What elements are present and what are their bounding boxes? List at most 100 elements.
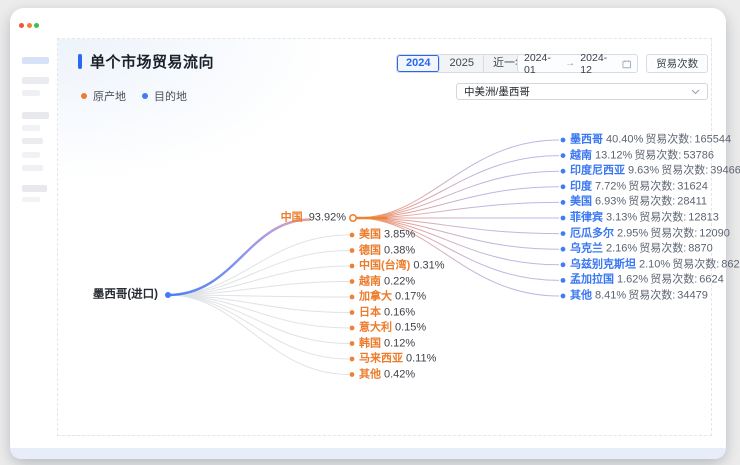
legend: 原产地 目的地 bbox=[81, 88, 187, 104]
origin-name: 其他 bbox=[359, 368, 381, 380]
destination-meta: 2.16%贸易次数:8870 bbox=[606, 243, 715, 255]
destination-name: 越南 bbox=[570, 149, 592, 161]
destination-meta: 40.40%贸易次数:165544 bbox=[606, 134, 733, 146]
origin-name: 中国(台湾) bbox=[359, 260, 410, 272]
origin-pct: 0.16% bbox=[384, 306, 415, 318]
window-maximize-button[interactable] bbox=[34, 23, 39, 28]
date-arrow: → bbox=[565, 58, 575, 69]
sidebar-skeleton-bar bbox=[22, 77, 49, 84]
destination-node[interactable]: 其他8.41%贸易次数:34479 bbox=[570, 290, 710, 303]
origin-name: 日本 bbox=[359, 306, 381, 318]
metric-dropdown-value: 贸易次数 bbox=[656, 56, 698, 71]
destination-node[interactable]: 厄瓜多尔2.95%贸易次数:12090 bbox=[570, 227, 732, 240]
origin-name: 中国 bbox=[281, 212, 303, 224]
calendar-icon bbox=[622, 59, 631, 69]
destination-meta: 8.41%贸易次数:34479 bbox=[595, 290, 710, 302]
sidebar-skeleton-bar bbox=[22, 138, 43, 144]
destination-name: 厄瓜多尔 bbox=[570, 227, 614, 239]
origin-name: 美国 bbox=[359, 229, 381, 241]
panel-header: 单个市场贸易流向 bbox=[78, 51, 214, 72]
legend-item-destination[interactable]: 目的地 bbox=[142, 88, 187, 104]
destination-meta: 6.93%贸易次数:28411 bbox=[595, 196, 709, 208]
date-start[interactable]: 2024-01 bbox=[524, 52, 560, 76]
destination-node[interactable]: 乌兹别克斯坦2.10%贸易次数:8625 bbox=[570, 258, 740, 271]
year-tab-group: 2024 2025 近一年 bbox=[396, 54, 536, 73]
origin-node[interactable]: 越南0.22% bbox=[359, 275, 415, 288]
destination-node[interactable]: 孟加拉国1.62%贸易次数:6624 bbox=[570, 274, 726, 287]
market-select[interactable]: 中美洲/墨西哥 bbox=[456, 83, 708, 100]
title-accent-bar bbox=[78, 54, 82, 69]
origin-pct: 0.22% bbox=[384, 275, 415, 287]
root-node-label: 墨西哥(进口) bbox=[93, 289, 158, 301]
destination-name: 墨西哥 bbox=[570, 134, 603, 146]
legend-item-origin[interactable]: 原产地 bbox=[81, 88, 126, 104]
origin-node-china[interactable]: 中国 93.92% bbox=[262, 212, 346, 225]
destination-meta: 2.95%贸易次数:12090 bbox=[617, 227, 732, 239]
destination-name: 美国 bbox=[570, 196, 592, 208]
destination-node[interactable]: 菲律宾3.13%贸易次数:12813 bbox=[570, 212, 721, 225]
destination-node[interactable]: 越南13.12%贸易次数:53786 bbox=[570, 149, 716, 162]
destination-name: 乌兹别克斯坦 bbox=[570, 258, 636, 270]
sidebar-skeleton-bar bbox=[22, 112, 49, 119]
origin-name: 马来西亚 bbox=[359, 353, 403, 365]
window-minimize-button[interactable] bbox=[27, 23, 32, 28]
origin-node[interactable]: 美国3.85% bbox=[359, 229, 415, 242]
origin-name: 意大利 bbox=[359, 322, 392, 334]
info-circle-icon bbox=[652, 59, 653, 69]
origin-node[interactable]: 其他0.42% bbox=[359, 368, 415, 381]
origin-node[interactable]: 韩国0.12% bbox=[359, 337, 415, 350]
window-footer bbox=[10, 448, 726, 459]
sidebar-skeleton-bar bbox=[22, 90, 40, 96]
date-range-picker[interactable]: 2024-01 → 2024-12 bbox=[517, 54, 638, 73]
sidebar-skeleton-bar bbox=[22, 197, 40, 202]
destination-node[interactable]: 印度7.72%贸易次数:31624 bbox=[570, 180, 710, 193]
destination-name: 乌克兰 bbox=[570, 243, 603, 255]
destination-name: 其他 bbox=[570, 290, 592, 302]
tab-2025[interactable]: 2025 bbox=[440, 55, 483, 72]
destination-node[interactable]: 乌克兰2.16%贸易次数:8870 bbox=[570, 243, 715, 256]
destination-dot-icon bbox=[142, 93, 148, 99]
origin-pct: 0.12% bbox=[384, 337, 415, 349]
origin-pct: 0.17% bbox=[395, 291, 426, 303]
origin-pct: 0.42% bbox=[384, 368, 415, 380]
origin-pct: 93.92% bbox=[309, 212, 346, 224]
destination-name: 印度 bbox=[570, 180, 592, 192]
destination-meta: 3.13%贸易次数:12813 bbox=[606, 212, 721, 224]
metric-dropdown[interactable]: 贸易次数 bbox=[646, 54, 708, 73]
origin-name: 韩国 bbox=[359, 337, 381, 349]
destination-meta: 7.72%贸易次数:31624 bbox=[595, 180, 710, 192]
chevron-down-icon bbox=[691, 89, 700, 95]
origin-node[interactable]: 中国(台湾)0.31% bbox=[359, 260, 445, 273]
destination-meta: 1.62%贸易次数:6624 bbox=[617, 274, 726, 286]
origin-name: 德国 bbox=[359, 244, 381, 256]
origin-node[interactable]: 加拿大0.17% bbox=[359, 291, 426, 304]
sidebar-skeleton-bar bbox=[22, 185, 47, 192]
destination-meta: 13.12%贸易次数:53786 bbox=[595, 149, 716, 161]
origin-node[interactable]: 日本0.16% bbox=[359, 306, 415, 319]
origin-node[interactable]: 德国0.38% bbox=[359, 244, 415, 257]
app-window: 单个市场贸易流向 2024 2025 近一年 2024-01 → 2024-12… bbox=[10, 8, 726, 459]
date-end[interactable]: 2024-12 bbox=[580, 52, 616, 76]
destination-meta: 2.10%贸易次数:8625 bbox=[639, 258, 740, 270]
origin-dot-icon bbox=[81, 93, 87, 99]
origin-name: 越南 bbox=[359, 275, 381, 287]
root-node[interactable]: 墨西哥(进口) bbox=[80, 289, 158, 302]
tab-2024[interactable]: 2024 bbox=[397, 55, 440, 72]
origin-pct: 0.38% bbox=[384, 244, 415, 256]
window-controls bbox=[19, 23, 39, 28]
origin-node[interactable]: 马来西亚0.11% bbox=[359, 353, 436, 366]
window-close-button[interactable] bbox=[19, 23, 24, 28]
origin-pct: 0.15% bbox=[395, 322, 426, 334]
sidebar-skeleton-bar bbox=[22, 125, 40, 131]
destination-node[interactable]: 印度尼西亚9.63%贸易次数:39466 bbox=[570, 165, 740, 178]
origin-node[interactable]: 意大利0.15% bbox=[359, 322, 426, 335]
destination-name: 菲律宾 bbox=[570, 212, 603, 224]
destination-meta: 9.63%贸易次数:39466 bbox=[628, 165, 740, 177]
destination-node[interactable]: 美国6.93%贸易次数:28411 bbox=[570, 196, 709, 209]
destination-node[interactable]: 墨西哥40.40%贸易次数:165544 bbox=[570, 134, 733, 147]
sidebar-skeleton-bar bbox=[22, 165, 43, 171]
sidebar-skeleton-bar bbox=[22, 152, 40, 158]
destination-name: 印度尼西亚 bbox=[570, 165, 625, 177]
origin-name: 加拿大 bbox=[359, 291, 392, 303]
sidebar-skeleton-bar bbox=[22, 57, 49, 64]
